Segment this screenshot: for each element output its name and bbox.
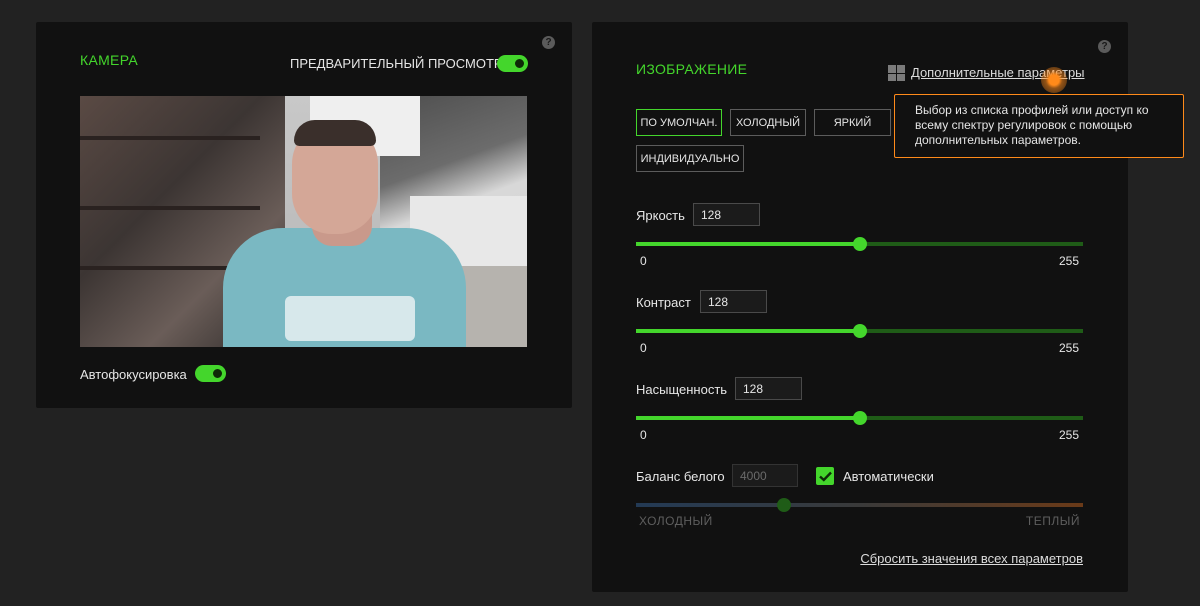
profile-custom-button[interactable]: ИНДИВИДУАЛЬНО	[636, 145, 744, 172]
image-panel: ? ИЗОБРАЖЕНИЕ Дополнительные параметры В…	[592, 22, 1184, 592]
autofocus-label: Автофокусировка	[80, 367, 187, 382]
preview-shirt-print	[285, 296, 415, 341]
toggle-knob	[513, 57, 526, 70]
camera-title: КАМЕРА	[80, 52, 139, 68]
checkmark-icon	[818, 471, 832, 482]
help-icon[interactable]: ?	[542, 36, 555, 49]
slider-thumb[interactable]	[853, 237, 868, 251]
saturation-input[interactable]: 128	[735, 377, 802, 400]
camera-preview	[80, 96, 527, 347]
contrast-input[interactable]: 128	[700, 290, 767, 313]
preview-toggle[interactable]	[497, 55, 528, 72]
profile-cold-button[interactable]: ХОЛОДНЫЙ	[730, 109, 806, 136]
profile-bright-button[interactable]: ЯРКИЙ	[814, 109, 891, 136]
white-balance-input: 4000	[732, 464, 798, 487]
preview-person-hair	[294, 120, 376, 146]
contrast-max: 255	[1058, 341, 1079, 355]
auto-white-balance-checkbox[interactable]	[816, 467, 834, 485]
preview-bg-shelf-bar	[80, 206, 260, 210]
autofocus-toggle[interactable]	[195, 365, 226, 382]
highlight-dot	[1041, 67, 1067, 93]
slider-thumb[interactable]	[853, 411, 868, 425]
toggle-knob	[211, 367, 224, 380]
slider-thumb[interactable]	[853, 324, 868, 338]
saturation-min: 0	[640, 428, 647, 442]
brightness-max: 255	[1058, 254, 1079, 268]
windows-icon	[888, 65, 905, 81]
warm-label: ТЕПЛЫЙ	[1025, 514, 1080, 528]
saturation-label: Насыщенность	[636, 382, 728, 397]
preview-label: ПРЕДВАРИТЕЛЬНЫЙ ПРОСМОТР	[290, 56, 503, 71]
contrast-slider[interactable]	[636, 324, 1083, 338]
saturation-slider[interactable]	[636, 411, 1083, 425]
help-icon[interactable]: ?	[1098, 40, 1111, 53]
preview-bg-shelf-bar	[80, 136, 260, 140]
saturation-max: 255	[1058, 428, 1079, 442]
reset-all-link[interactable]: Сбросить значения всех параметров	[860, 551, 1083, 566]
brightness-input[interactable]: 128	[693, 203, 760, 226]
brightness-slider[interactable]	[636, 237, 1083, 251]
brightness-min: 0	[640, 254, 647, 268]
contrast-min: 0	[640, 341, 647, 355]
brightness-label: Яркость	[636, 208, 685, 223]
image-title: ИЗОБРАЖЕНИЕ	[636, 61, 748, 77]
slider-thumb	[776, 498, 791, 512]
camera-panel: ? КАМЕРА ПРЕДВАРИТЕЛЬНЫЙ ПРОСМОТР Автофо…	[36, 22, 572, 408]
contrast-label: Контраст	[636, 295, 691, 310]
profile-default-button[interactable]: ПО УМОЛЧАН.	[636, 109, 722, 136]
tooltip: Выбор из списка профилей или доступ ко в…	[894, 94, 1184, 158]
auto-white-balance-label: Автоматически	[843, 469, 934, 484]
white-balance-label: Баланс белого	[636, 469, 725, 484]
cold-label: ХОЛОДНЫЙ	[639, 514, 713, 528]
white-balance-slider	[636, 498, 1083, 512]
